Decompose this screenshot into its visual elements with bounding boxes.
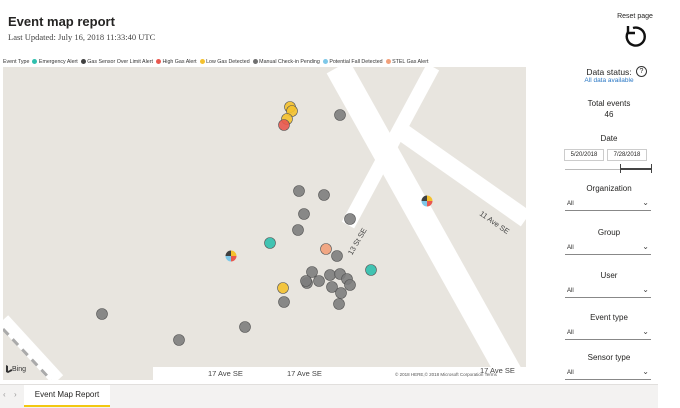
- total-events-value: 46: [604, 110, 614, 119]
- event-marker[interactable]: [324, 269, 336, 281]
- road-label: 17 Ave SE: [287, 369, 322, 378]
- sensor-type-value: All: [567, 370, 574, 376]
- event-marker[interactable]: [318, 189, 330, 201]
- event-type-value: All: [567, 330, 574, 336]
- event-marker[interactable]: [278, 119, 290, 131]
- legend-item-label: Manual Check-in Pending: [259, 58, 320, 65]
- date-slider-range[interactable]: [620, 168, 651, 170]
- event-marker[interactable]: [293, 185, 305, 197]
- event-marker[interactable]: [335, 287, 347, 299]
- legend-item-label: Potential Fall Detected: [329, 58, 383, 65]
- organization-value: All: [567, 201, 574, 207]
- multi-event-marker[interactable]: [421, 195, 433, 207]
- chevron-down-icon: ⌄: [642, 327, 649, 336]
- legend-item[interactable]: Gas Sensor Over Limit Alert: [80, 58, 153, 65]
- bing-text: Bing: [12, 365, 27, 373]
- map-canvas[interactable]: [3, 67, 526, 380]
- map-copyright: © 2018 HERE,© 2018 Microsoft Corporation…: [395, 372, 497, 377]
- legend-item-label: High Gas Alert: [162, 58, 197, 65]
- legend-item[interactable]: Manual Check-in Pending: [252, 58, 320, 65]
- event-marker[interactable]: [331, 250, 343, 262]
- event-marker[interactable]: [298, 208, 310, 220]
- legend-dot-icon: [80, 59, 86, 64]
- data-status-value[interactable]: All data available: [555, 77, 663, 84]
- legend-dot-icon: [252, 59, 258, 64]
- legend-title: Event Type: [3, 58, 30, 65]
- event-marker[interactable]: [96, 308, 108, 320]
- date-label: Date: [600, 134, 618, 143]
- event-marker[interactable]: [264, 237, 276, 249]
- marker-slice: [427, 195, 433, 201]
- event-marker[interactable]: [278, 296, 290, 308]
- event-marker[interactable]: [277, 282, 289, 294]
- sensor-type-dropdown[interactable]: All ⌄: [565, 367, 651, 380]
- legend-item-label: Gas Sensor Over Limit Alert: [87, 58, 153, 65]
- user-label: User: [600, 271, 618, 280]
- event-marker[interactable]: [239, 321, 251, 333]
- page-title: Event map report: [8, 14, 115, 29]
- legend-item[interactable]: High Gas Alert: [155, 58, 197, 65]
- user-dropdown[interactable]: All ⌄: [565, 285, 651, 298]
- sensor-type-label: Sensor type: [587, 353, 631, 362]
- legend-item[interactable]: STEL Gas Alert: [385, 58, 429, 65]
- marker-slice: [231, 250, 237, 256]
- date-from-input[interactable]: 5/20/2018: [564, 149, 604, 161]
- chevron-right-icon[interactable]: ›: [14, 390, 17, 399]
- multi-event-marker[interactable]: [225, 250, 237, 262]
- tab-event-map-report[interactable]: Event Map Report: [24, 385, 110, 407]
- legend-item-label: STEL Gas Alert: [392, 58, 429, 65]
- chevron-down-icon: ⌄: [642, 198, 649, 207]
- legend-dot-icon: [385, 59, 391, 64]
- event-marker[interactable]: [344, 213, 356, 225]
- reset-page-label[interactable]: Reset page: [606, 13, 664, 20]
- chevron-down-icon: ⌄: [642, 285, 649, 294]
- chevron-down-icon: ⌄: [642, 367, 649, 376]
- event-marker[interactable]: [173, 334, 185, 346]
- legend: Event Type Emergency Alert Gas Sensor Ove…: [3, 57, 431, 66]
- event-marker[interactable]: [344, 279, 356, 291]
- total-events-label: Total events: [587, 99, 631, 108]
- date-to-input[interactable]: 7/28/2018: [607, 149, 647, 161]
- bing-logo: Bing: [6, 365, 26, 373]
- legend-item[interactable]: Potential Fall Detected: [322, 58, 383, 65]
- event-marker[interactable]: [313, 275, 325, 287]
- group-dropdown[interactable]: All ⌄: [565, 242, 651, 255]
- organization-dropdown[interactable]: All ⌄: [565, 198, 651, 211]
- user-value: All: [567, 288, 574, 294]
- legend-dot-icon: [32, 59, 38, 64]
- last-updated-text: Last Updated: July 16, 2018 11:33:40 UTC: [8, 32, 156, 42]
- organization-label: Organization: [586, 184, 632, 193]
- legend-item-label: Emergency Alert: [38, 58, 78, 65]
- legend-item[interactable]: Emergency Alert: [32, 58, 78, 65]
- marker-slice: [225, 256, 231, 262]
- marker-slice: [231, 256, 237, 262]
- marker-slice: [225, 250, 231, 256]
- legend-dot-icon: [322, 59, 328, 64]
- event-marker[interactable]: [292, 224, 304, 236]
- reset-icon[interactable]: [622, 23, 648, 49]
- chevron-left-icon[interactable]: ‹: [3, 390, 6, 399]
- road-label: 17 Ave SE: [208, 369, 243, 378]
- legend-dot-icon: [199, 59, 205, 64]
- help-icon[interactable]: ?: [636, 66, 647, 77]
- legend-item-label: Low Gas Detected: [206, 58, 250, 65]
- event-marker[interactable]: [334, 109, 346, 121]
- chevron-down-icon: ⌄: [642, 242, 649, 251]
- group-label: Group: [597, 228, 621, 237]
- date-slider-handle-end[interactable]: [651, 164, 652, 173]
- event-marker[interactable]: [365, 264, 377, 276]
- legend-item[interactable]: Low Gas Detected: [199, 58, 250, 65]
- event-type-label: Event type: [590, 313, 628, 322]
- legend-dot-icon: [155, 59, 161, 64]
- event-marker[interactable]: [320, 243, 332, 255]
- date-slider-handle-start[interactable]: [620, 164, 621, 173]
- event-map[interactable]: 13 St SE 11 Ave SE: [3, 67, 526, 380]
- event-marker[interactable]: [300, 275, 312, 287]
- marker-slice: [427, 201, 433, 207]
- group-value: All: [567, 245, 574, 251]
- event-type-dropdown[interactable]: All ⌄: [565, 327, 651, 340]
- event-marker[interactable]: [333, 298, 345, 310]
